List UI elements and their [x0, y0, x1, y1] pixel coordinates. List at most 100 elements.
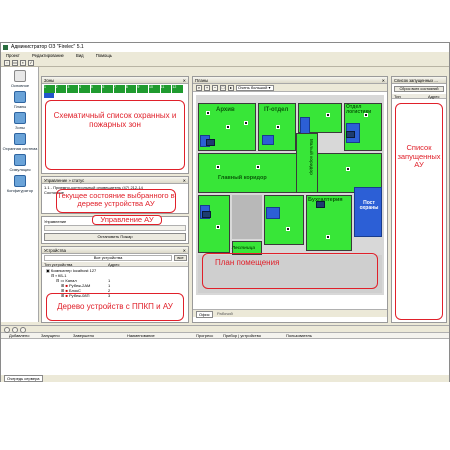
- check-icon[interactable]: ✓: [28, 60, 34, 66]
- zone-cell[interactable]: 5: [91, 85, 103, 93]
- label-accounting: Бухгалтерия: [308, 197, 343, 203]
- column-progress[interactable]: Прогресс: [196, 333, 213, 338]
- close-icon[interactable]: ✕: [183, 177, 186, 184]
- tab-office[interactable]: Офис: [196, 311, 213, 318]
- blue-zone[interactable]: [262, 135, 274, 145]
- label-archive: Архив: [216, 107, 235, 113]
- zone-cell[interactable]: 3: [67, 85, 80, 93]
- sensor-icon[interactable]: [216, 225, 220, 229]
- sensor-icon[interactable]: [256, 165, 260, 169]
- zoom-select-icon[interactable]: ▸: [228, 85, 234, 91]
- device-filter-button[interactable]: все: [174, 255, 187, 261]
- sidebar-item-plans[interactable]: Планы: [1, 91, 39, 109]
- sensor-icon[interactable]: [326, 113, 330, 117]
- zone-cell[interactable]: 7: [114, 85, 126, 93]
- plan-tabs: Офис Рабочий: [193, 309, 387, 318]
- blue-zone[interactable]: [266, 207, 280, 219]
- security-icon: [14, 133, 26, 145]
- menu-view[interactable]: Вид: [76, 53, 84, 58]
- device-filter-select[interactable]: Все устройства: [44, 255, 172, 261]
- sidebar-item-zones[interactable]: Зоны: [1, 112, 39, 130]
- plan-annotation: План помещения: [202, 253, 378, 289]
- column-type[interactable]: Тип устройства: [44, 262, 72, 267]
- menu-edit[interactable]: Редактирование: [32, 53, 64, 58]
- computer-icon[interactable]: [202, 211, 211, 218]
- sidebar-item-security[interactable]: Охранная система: [1, 133, 39, 151]
- log-panel: Добавлено Запущено Завершено Наименовани…: [1, 325, 449, 375]
- column-name[interactable]: Наименование: [127, 333, 155, 338]
- computer-icon[interactable]: [346, 131, 355, 138]
- zone-cell[interactable]: 8: [126, 85, 138, 93]
- control-field[interactable]: [44, 225, 186, 231]
- state-panel-header: Управление » статус ✕: [42, 177, 188, 184]
- control-panel: Управление Остановить Пожар Управление А…: [41, 215, 189, 244]
- zone-cell[interactable]: 6: [102, 85, 115, 93]
- status-bar: Очередь сервера: [1, 375, 449, 382]
- column-added[interactable]: Добавлено: [9, 333, 29, 338]
- column-address[interactable]: Адрес: [428, 94, 439, 99]
- room-mid[interactable]: [264, 195, 304, 245]
- zone-cell[interactable]: 9: [137, 85, 150, 93]
- devices-panel-title: Устройства: [44, 248, 66, 253]
- column-type[interactable]: Тип: [394, 94, 401, 99]
- sensor-icon[interactable]: [276, 125, 280, 129]
- tab-server-queue[interactable]: Очередь сервера: [4, 375, 43, 382]
- reset-all-button[interactable]: Сброс всех состояний: [394, 86, 444, 92]
- app-icon: [3, 45, 8, 50]
- sensor-icon[interactable]: [244, 121, 248, 125]
- zoom-in-icon[interactable]: +: [204, 85, 210, 91]
- sidebar-item-main[interactable]: Основное: [1, 70, 39, 88]
- column-device[interactable]: Прибор | устройство: [223, 333, 261, 338]
- column-user[interactable]: Пользователь: [286, 333, 312, 338]
- sensor-icon[interactable]: [206, 111, 210, 115]
- column-finished[interactable]: Завершено: [73, 333, 94, 338]
- devices-annotation: Дерево устройств с ППКП и АУ: [46, 293, 184, 321]
- zoom-area-icon[interactable]: □: [220, 85, 226, 91]
- room-accounting[interactable]: [306, 195, 352, 251]
- zoom-label: Очень большой: [238, 85, 268, 90]
- room-left[interactable]: [198, 195, 230, 253]
- new-icon[interactable]: ▫: [4, 60, 10, 66]
- close-icon[interactable]: ✕: [183, 77, 186, 84]
- zones-panel-header: Зоны ✕: [42, 77, 188, 84]
- sensor-icon[interactable]: [326, 235, 330, 239]
- tab-worker[interactable]: Рабочий: [215, 311, 235, 316]
- zoom-fit-icon[interactable]: ⌕: [196, 85, 202, 91]
- column-address[interactable]: Адрес: [108, 262, 119, 267]
- app-window: Администратор ОЗ "Firelec" 5.1 Проект Ре…: [0, 42, 450, 382]
- zone-cell-selected[interactable]: [44, 93, 54, 98]
- close-icon[interactable]: ✕: [183, 247, 186, 254]
- window-title: Администратор ОЗ "Firelec" 5.1: [11, 44, 84, 50]
- sidebar-item-configurator[interactable]: Конфигуратор: [1, 175, 39, 193]
- zone-cell[interactable]: 12: [172, 85, 185, 93]
- sensor-icon[interactable]: [286, 227, 290, 231]
- sidebar-item-label: Симуляция: [9, 167, 31, 172]
- zone-cell[interactable]: 11: [161, 85, 173, 93]
- sensor-icon[interactable]: [346, 167, 350, 171]
- zones-grid: 1 2 3 4 5 6 7 8 9 10 11 12: [44, 85, 185, 93]
- save-icon[interactable]: ▪: [20, 60, 26, 66]
- zoom-select[interactable]: Очень большой ▾: [236, 85, 274, 91]
- open-icon[interactable]: ▭: [12, 60, 18, 66]
- plan-panel-header: Планы ✕: [193, 77, 387, 84]
- computer-icon[interactable]: [206, 139, 215, 146]
- zone-cell[interactable]: 10: [149, 85, 161, 93]
- control-annotation: Управление АУ: [92, 215, 162, 225]
- column-started[interactable]: Запущено: [41, 333, 60, 338]
- device-table-header: Тип устройства Адрес: [42, 262, 188, 267]
- zoom-out-icon[interactable]: −: [212, 85, 218, 91]
- sensor-icon[interactable]: [226, 125, 230, 129]
- plan-panel: Планы ✕ ⌕ + − □ ▸ Очень большой ▾ Архив …: [192, 76, 388, 323]
- sidebar-item-simulation[interactable]: Симуляция: [1, 154, 39, 172]
- zone-cell[interactable]: 1: [44, 85, 56, 93]
- menu-help[interactable]: Помощь: [96, 53, 112, 58]
- room-guard-post[interactable]: [354, 187, 382, 237]
- menu-project[interactable]: Проект: [6, 53, 20, 58]
- zone-cell[interactable]: 4: [79, 85, 91, 93]
- zone-cell[interactable]: 2: [56, 85, 68, 93]
- state-panel: Управление » статус ✕ 1.1 - Приемно-конт…: [41, 176, 189, 214]
- close-icon[interactable]: ✕: [382, 77, 385, 84]
- label-stairs: Лестница: [232, 245, 255, 250]
- sensor-icon[interactable]: [216, 165, 220, 169]
- stop-fire-button[interactable]: Остановить Пожар: [44, 233, 186, 241]
